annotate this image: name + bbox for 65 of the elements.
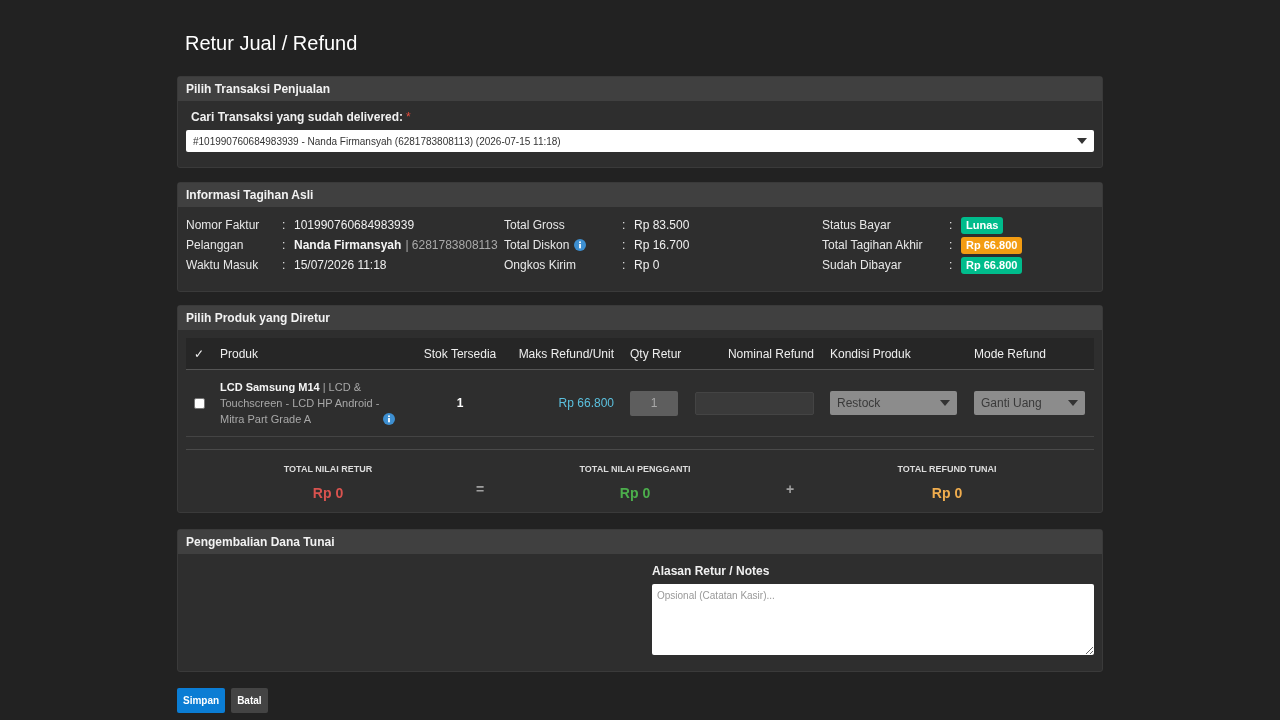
save-button[interactable]: Simpan: [177, 687, 226, 713]
operator-sign: +: [785, 479, 795, 499]
panel-title: Informasi Tagihan Asli: [186, 187, 314, 204]
field-label: Cari Transaksi yang sudah delivered:: [191, 109, 404, 126]
required-mark: *: [406, 109, 411, 126]
field-label: Waktu Masuk: [186, 257, 259, 274]
field-label: Total Diskon: [504, 237, 570, 254]
cancel-button[interactable]: Batal: [231, 687, 268, 713]
column-header: Nominal Refund: [727, 345, 814, 363]
notes-textarea[interactable]: Opsional (Catatan Kasir)...: [652, 583, 1094, 655]
colon: :: [949, 257, 954, 274]
field-label: Total Gross: [504, 217, 565, 234]
total-label: TOTAL NILAI RETUR: [283, 463, 373, 476]
panel-title: Pilih Transaksi Penjualan: [186, 81, 331, 98]
field-label: Sudah Dibayar: [822, 257, 902, 274]
panel-title: Pilih Produk yang Diretur: [186, 310, 331, 327]
caret-icon: [1077, 138, 1087, 144]
colon: :: [949, 237, 954, 254]
operator-sign: =: [475, 479, 485, 499]
caret-icon: [1068, 400, 1078, 406]
field-label: Status Bayar: [822, 217, 891, 234]
product-name: LCD Samsung M14 | LCD & Touchscreen - LCD HP Android - Mitra Part Grade A: [220, 380, 380, 427]
caret-icon: [940, 400, 950, 406]
status-badge: Lunas: [961, 216, 1004, 234]
total-value: Rp 0: [619, 483, 651, 503]
field-value: 101990760684983939: [294, 217, 415, 234]
select-value: Ganti Uang: [981, 395, 1042, 412]
customer-phone: | 6281783808113: [405, 237, 498, 254]
total-value: Rp 0: [931, 483, 963, 503]
total-label: TOTAL NILAI PENGGANTI: [579, 463, 691, 476]
colon: :: [622, 217, 627, 234]
colon: :: [282, 217, 287, 234]
select-value: #101990760684983939 - Nanda Firmansyah (6281783808113) (2026-07-15 11:18): [193, 134, 561, 149]
field-label: Total Tagihan Akhir: [822, 237, 923, 254]
colon: :: [282, 237, 287, 254]
field-value: Rp 83.500: [634, 217, 690, 234]
column-header: Mode Refund: [974, 345, 1047, 363]
stock-value: 1: [456, 395, 464, 412]
field-value: Rp 0: [634, 257, 660, 274]
column-header: Maks Refund/Unit: [518, 345, 614, 363]
transaction-select[interactable]: #101990760684983939 - Nanda Firmansyah (6281783808113) (2026-07-15 11:18): [186, 130, 1094, 152]
max-refund-value: Rp 66.800: [558, 395, 614, 412]
colon: :: [949, 217, 954, 234]
status-badge: Rp 66.800: [961, 236, 1023, 254]
customer-name: Nanda Firmansyah: [294, 237, 402, 254]
column-header: Kondisi Produk: [830, 345, 911, 363]
colon: :: [282, 257, 287, 274]
select-value: Restock: [837, 395, 881, 412]
panel-title: Pengembalian Dana Tunai: [186, 533, 335, 551]
field-label: Ongkos Kirim: [504, 257, 577, 274]
page-title: Retur Jual / Refund: [184, 31, 359, 56]
field-value: Rp 16.700: [634, 237, 690, 254]
field-label: Nomor Faktur: [186, 217, 260, 234]
total-label: TOTAL REFUND TUNAI: [897, 463, 997, 476]
status-badge: Rp 66.800: [961, 256, 1023, 274]
column-header: Qty Retur: [630, 345, 682, 363]
column-header: Produk: [220, 345, 259, 363]
field-value: 15/07/2026 11:18: [294, 257, 387, 274]
column-header: ✓: [194, 345, 204, 363]
column-header: Stok Tersedia: [423, 345, 497, 363]
notes-label: Alasan Retur / Notes: [652, 562, 771, 580]
total-value: Rp 0: [312, 483, 344, 503]
colon: :: [622, 237, 627, 254]
colon: :: [622, 257, 627, 274]
field-label: Pelanggan: [186, 237, 244, 254]
